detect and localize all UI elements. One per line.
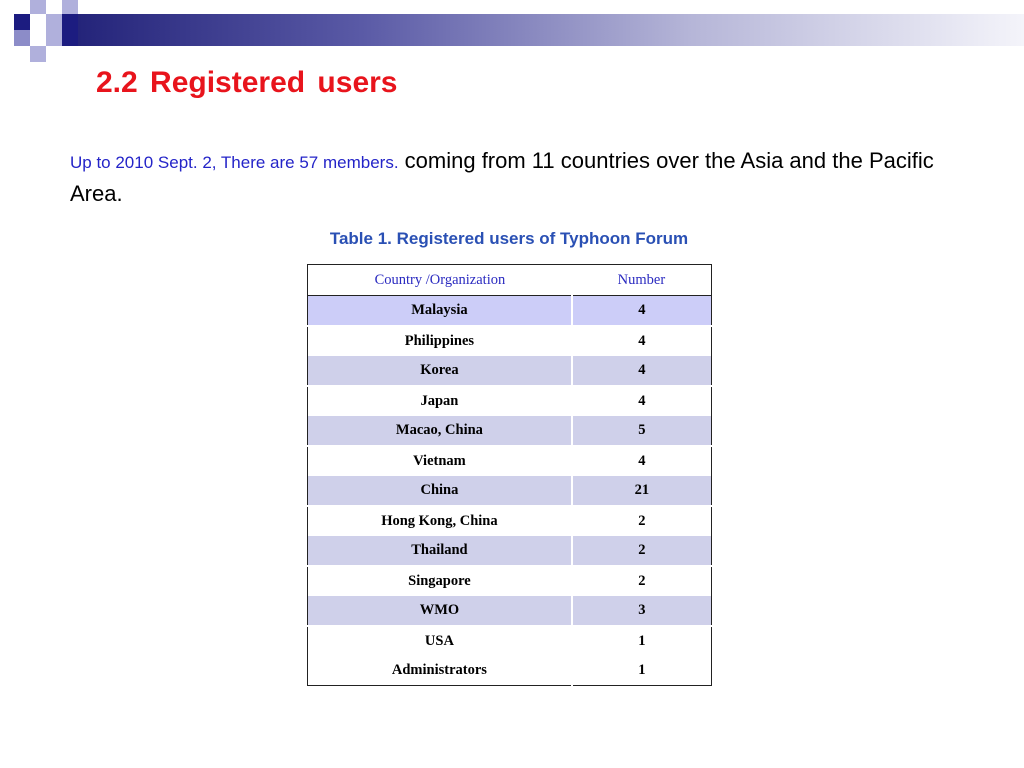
country-cell: USA bbox=[307, 626, 573, 656]
country-cell: Macao, China bbox=[307, 416, 573, 447]
number-cell: 21 bbox=[571, 476, 712, 507]
header-square-decoration bbox=[14, 30, 30, 46]
column-header-number: Number bbox=[571, 264, 712, 296]
country-cell: Vietnam bbox=[307, 446, 573, 476]
header-square-decoration bbox=[30, 46, 46, 62]
number-cell: 3 bbox=[571, 596, 712, 627]
country-cell: Philippines bbox=[307, 326, 573, 356]
table-row: Singapore 2 bbox=[307, 566, 712, 596]
country-cell: Administrators bbox=[307, 656, 573, 686]
slide-title: 2.2 Registered users bbox=[96, 66, 398, 99]
number-cell: 2 bbox=[571, 566, 712, 596]
number-cell: 4 bbox=[571, 386, 712, 416]
number-cell: 1 bbox=[571, 626, 712, 656]
intro-paragraph: Up to 2010 Sept. 2, There are 57 members… bbox=[70, 145, 970, 209]
registered-users-table: Country /Organization Number Malaysia 4 … bbox=[307, 264, 712, 686]
header-square-decoration bbox=[46, 14, 62, 30]
number-cell: 2 bbox=[571, 506, 712, 536]
header-square-decoration bbox=[62, 14, 78, 46]
table-row: Thailand 2 bbox=[307, 536, 712, 567]
table-row: USA 1 bbox=[307, 626, 712, 656]
header-square-decoration bbox=[30, 0, 46, 14]
table-row: Macao, China 5 bbox=[307, 416, 712, 447]
country-cell: Hong Kong, China bbox=[307, 506, 573, 536]
table-row: Korea 4 bbox=[307, 356, 712, 387]
country-cell: WMO bbox=[307, 596, 573, 627]
table-row: Philippines 4 bbox=[307, 326, 712, 356]
number-cell: 1 bbox=[571, 656, 712, 686]
country-cell: Japan bbox=[307, 386, 573, 416]
number-cell: 4 bbox=[571, 295, 712, 327]
table-row: Malaysia 4 bbox=[307, 295, 712, 327]
country-cell: Singapore bbox=[307, 566, 573, 596]
number-cell: 5 bbox=[571, 416, 712, 447]
table-header-row: Country /Organization Number bbox=[307, 264, 712, 296]
number-cell: 4 bbox=[571, 446, 712, 476]
number-cell: 4 bbox=[571, 356, 712, 387]
table-row: Administrators 1 bbox=[307, 656, 712, 686]
table-row: China 21 bbox=[307, 476, 712, 507]
country-cell: Malaysia bbox=[307, 295, 573, 327]
intro-highlight: Up to 2010 Sept. 2, There are 57 members… bbox=[70, 153, 399, 172]
table-row: Japan 4 bbox=[307, 386, 712, 416]
country-cell: China bbox=[307, 476, 573, 507]
number-cell: 2 bbox=[571, 536, 712, 567]
header-square-decoration bbox=[46, 30, 62, 46]
table-caption: Table 1. Registered users of Typhoon For… bbox=[329, 229, 689, 248]
header-square-decoration bbox=[14, 14, 30, 30]
number-cell: 4 bbox=[571, 326, 712, 356]
table-row: Vietnam 4 bbox=[307, 446, 712, 476]
header-square-decoration bbox=[62, 0, 78, 14]
table-row: WMO 3 bbox=[307, 596, 712, 627]
country-cell: Thailand bbox=[307, 536, 573, 567]
table-row: Hong Kong, China 2 bbox=[307, 506, 712, 536]
country-cell: Korea bbox=[307, 356, 573, 387]
header-gradient-bar bbox=[78, 14, 1024, 46]
column-header-country: Country /Organization bbox=[307, 264, 572, 296]
